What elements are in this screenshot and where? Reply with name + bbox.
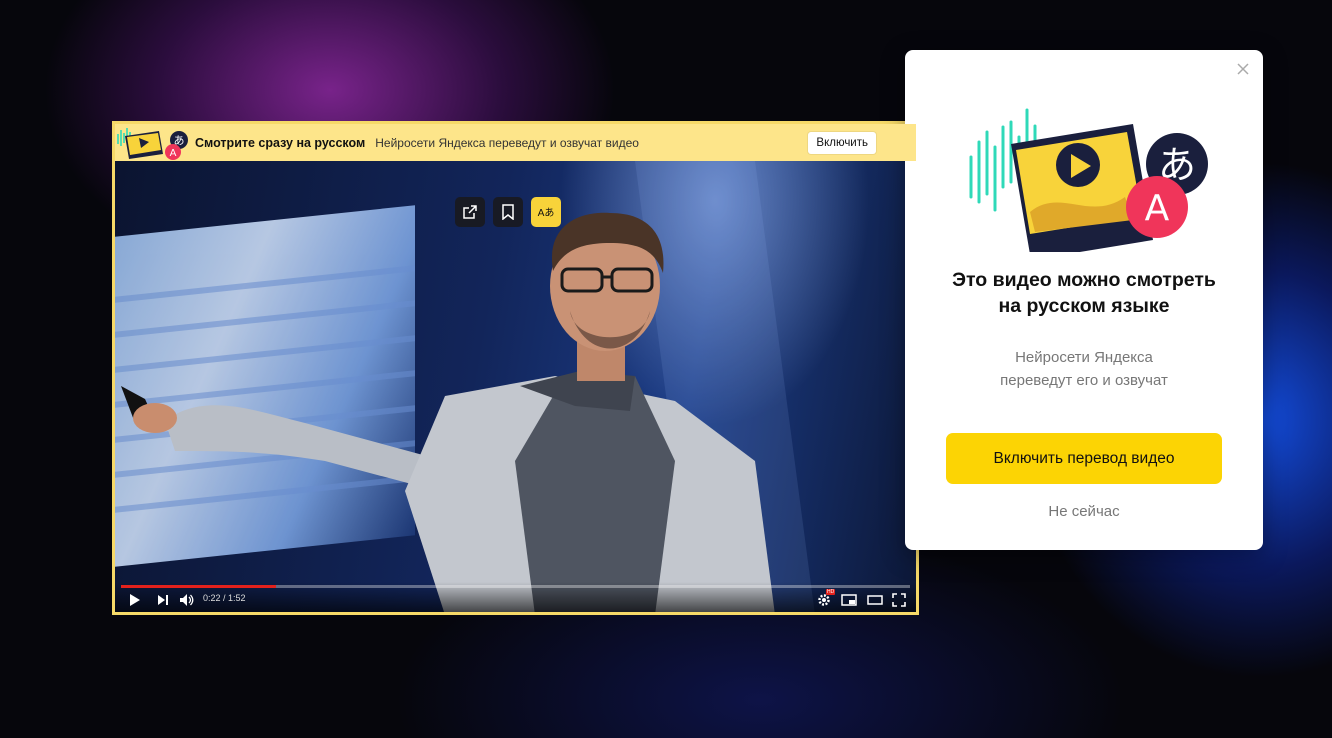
not-now-link[interactable]: Не сейчас xyxy=(905,503,1263,520)
time-display: 0:22 / 1:52 xyxy=(203,593,246,603)
svg-text:Aあ: Aあ xyxy=(538,207,555,219)
popup-title: Это видео можно смотреть на русском язык… xyxy=(905,267,1263,319)
volume-button[interactable] xyxy=(179,592,195,608)
video-player[interactable]: あ A Смотрите сразу на русском Нейросети … xyxy=(112,121,919,615)
play-icon xyxy=(130,594,140,606)
translate-popup: あ A Это видео можно смотреть на русском … xyxy=(895,50,1263,550)
theater-button[interactable] xyxy=(867,592,883,608)
play-button[interactable] xyxy=(129,592,141,608)
settings-icon xyxy=(818,594,830,606)
settings-button[interactable]: HD xyxy=(817,589,836,608)
letter-glyph: A xyxy=(1145,188,1170,229)
popup-title-line2: на русском языке xyxy=(998,295,1170,317)
popup-title-line1: Это видео можно смотреть xyxy=(952,269,1216,291)
next-icon xyxy=(158,595,168,605)
fullscreen-button[interactable] xyxy=(892,592,906,608)
miniplayer-icon xyxy=(841,594,857,606)
letter-glyph: A xyxy=(170,148,177,159)
bookmark-button[interactable] xyxy=(493,197,523,227)
player-controls: 0:22 / 1:52 HD xyxy=(115,582,916,612)
banner-title: Смотрите сразу на русском xyxy=(195,135,366,150)
share-icon xyxy=(463,205,477,219)
close-button[interactable] xyxy=(1235,61,1251,77)
hd-badge: HD xyxy=(826,589,836,595)
share-button[interactable] xyxy=(455,197,485,227)
banner-logo: あ A xyxy=(115,124,195,161)
progress-played xyxy=(121,585,276,588)
close-icon xyxy=(1237,63,1249,75)
popup-desc-line1: Нейросети Яндекса xyxy=(1015,349,1153,366)
overlay-actions: Aあ xyxy=(455,197,561,227)
theater-icon xyxy=(867,595,883,605)
fullscreen-icon xyxy=(892,593,906,607)
translate-icon: Aあ xyxy=(538,207,555,219)
translate-banner: あ A Смотрите сразу на русском Нейросети … xyxy=(115,124,916,161)
banner-subtitle: Нейросети Яндекса переведут и озвучат ви… xyxy=(375,135,639,150)
popup-desc-line2: переведут его и озвучат xyxy=(1000,372,1168,389)
video-frame[interactable]: Aあ 0:22 / 1:52 HD xyxy=(115,161,916,612)
translate-button[interactable]: Aあ xyxy=(531,197,561,227)
popup-description: Нейросети Яндекса переведут его и озвуча… xyxy=(905,346,1263,392)
volume-icon xyxy=(180,594,194,606)
bookmark-icon xyxy=(502,204,514,220)
next-button[interactable] xyxy=(157,592,169,608)
progress-bar[interactable] xyxy=(121,585,910,588)
miniplayer-button[interactable] xyxy=(841,592,857,608)
speaker-figure xyxy=(121,161,815,612)
enable-translation-button[interactable]: Включить перевод видео xyxy=(946,433,1222,484)
banner-enable-button[interactable]: Включить xyxy=(808,132,876,154)
video-translate-illustration: あ A xyxy=(969,108,1208,252)
